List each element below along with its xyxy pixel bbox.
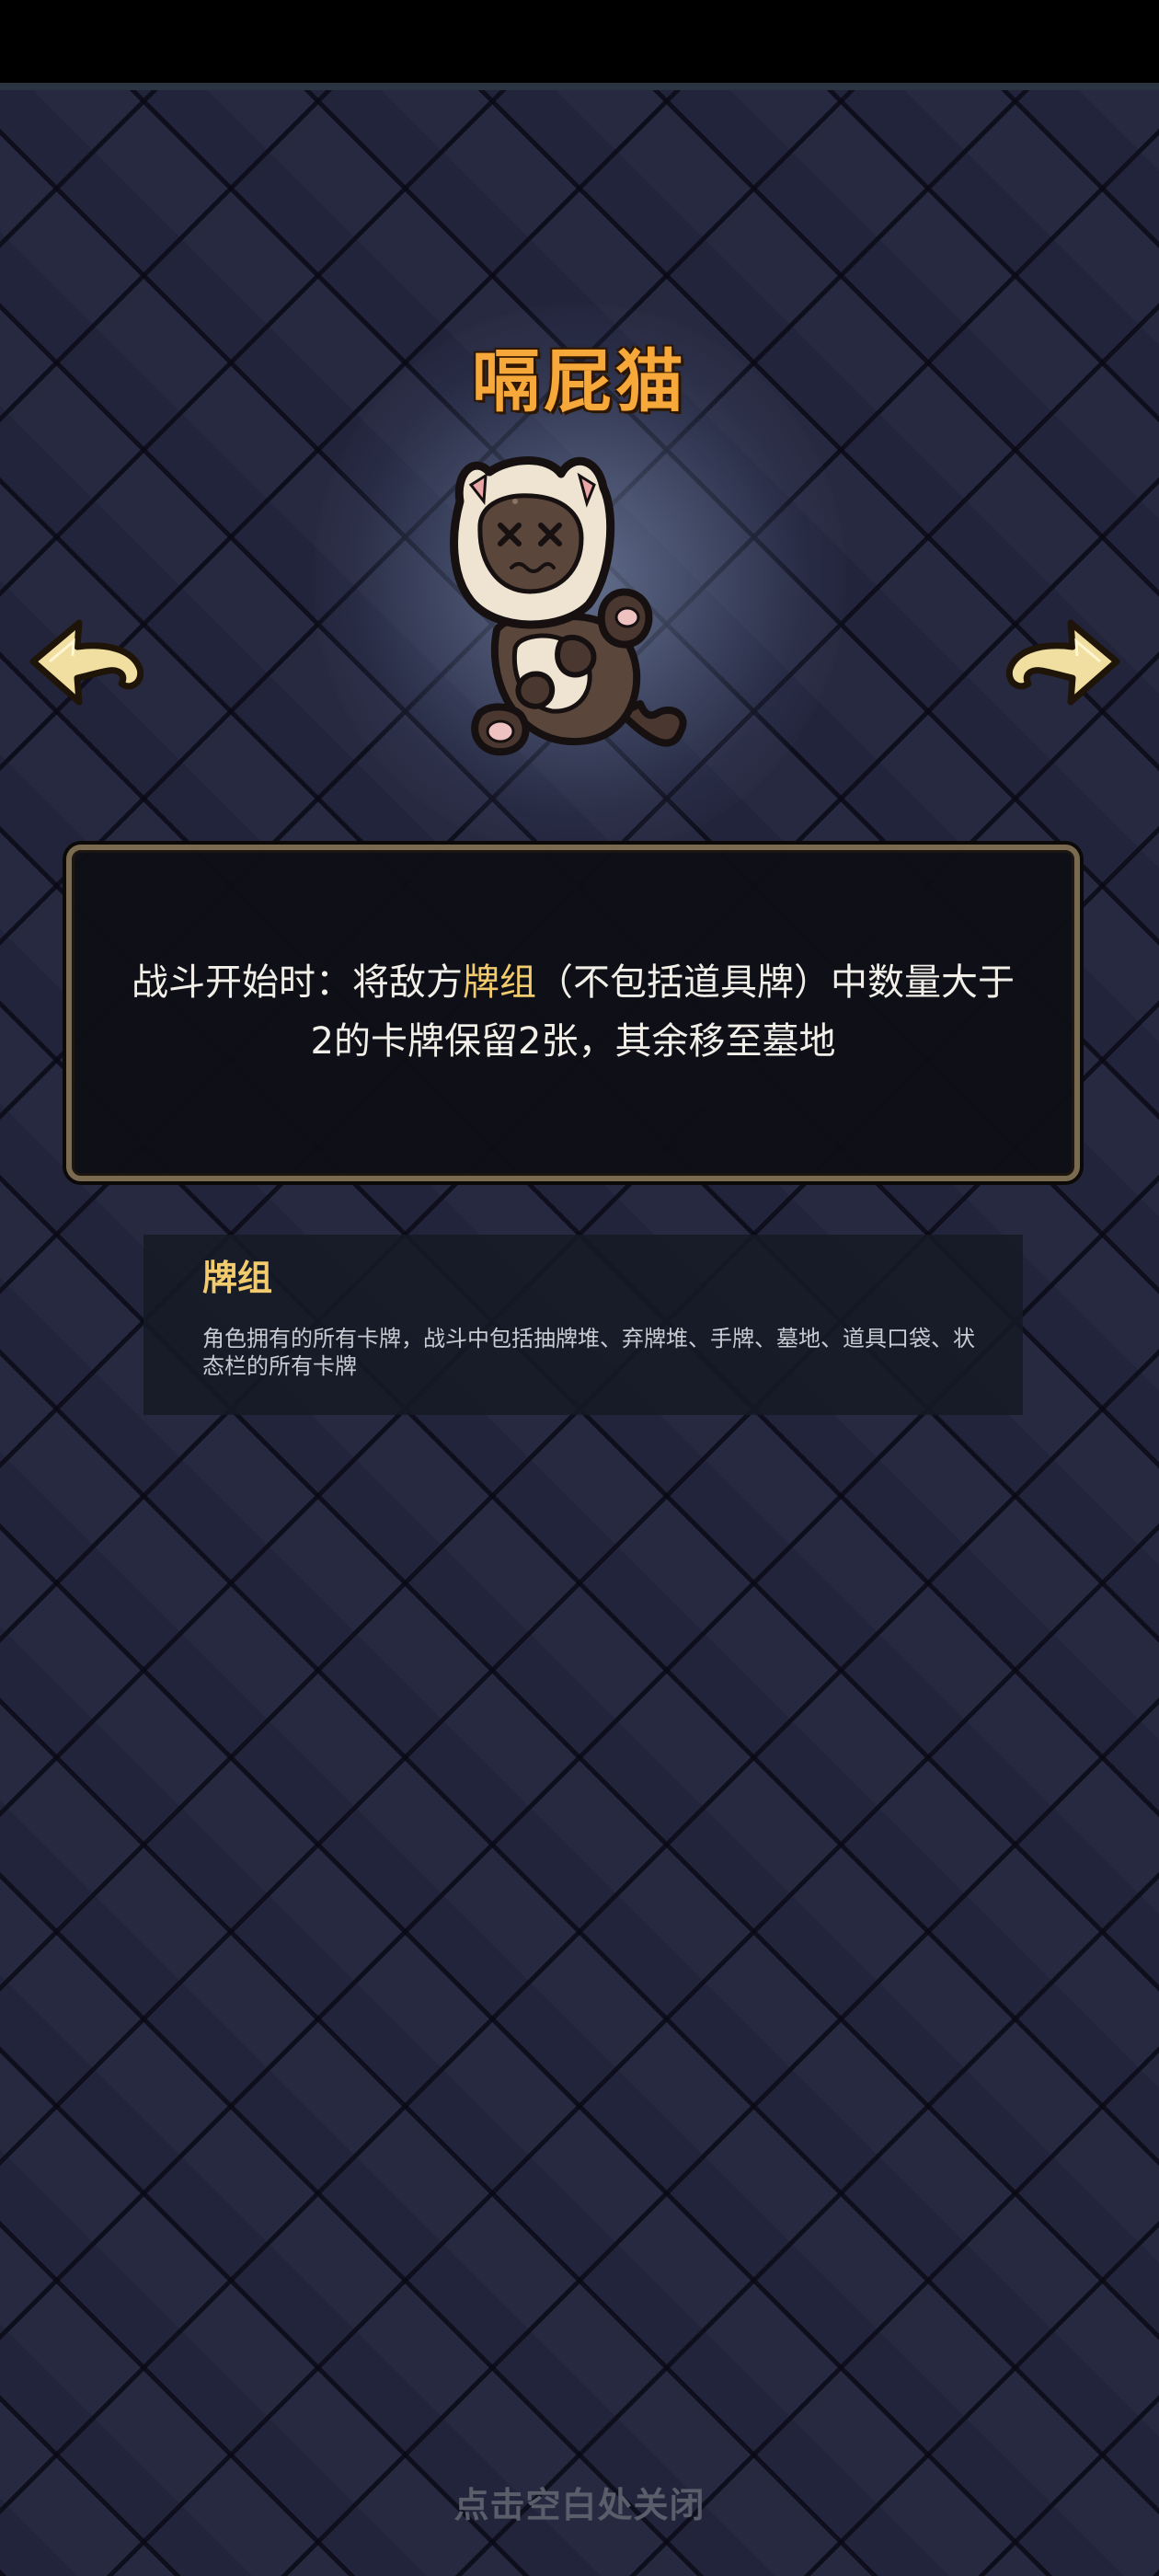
previous-arrow-button[interactable] bbox=[22, 612, 151, 713]
next-arrow-button[interactable] bbox=[999, 612, 1128, 713]
character-name: 嗝屁猫 bbox=[472, 342, 687, 421]
effect-description: 战斗开始时：将敌方牌组（不包括道具牌）中数量大于2的卡牌保留2张，其余移至墓地 bbox=[127, 953, 1019, 1071]
tap-to-close-hint: 点击空白处关闭 bbox=[453, 2485, 706, 2525]
deck-keyword-link[interactable]: 牌组 bbox=[463, 961, 536, 1004]
curled-arrow-left-icon bbox=[29, 619, 144, 706]
glossary-definition: 角色拥有的所有卡牌，战斗中包括抽牌堆、弃牌堆、手牌、墓地、道具口袋、状态栏的所有… bbox=[202, 1326, 975, 1379]
status-bar-divider bbox=[0, 83, 1159, 90]
cat-portrait bbox=[423, 437, 727, 777]
status-bar bbox=[0, 0, 1159, 83]
effect-description-panel: 战斗开始时：将敌方牌组（不包括道具牌）中数量大于2的卡牌保留2张，其余移至墓地 bbox=[66, 845, 1080, 1181]
effect-text-start: 战斗开始时：将敌方 bbox=[132, 961, 463, 1004]
keyword-glossary-tooltip: 牌组 角色拥有的所有卡牌，战斗中包括抽牌堆、弃牌堆、手牌、墓地、道具口袋、状态栏… bbox=[143, 1235, 1023, 1415]
glossary-title: 牌组 bbox=[202, 1258, 273, 1298]
game-screen[interactable]: 嗝屁猫 战斗开始时：将敌方牌组（不包括道具牌）中数量大于2的卡牌保留2张，其余移… bbox=[0, 0, 1159, 2576]
curled-arrow-right-icon bbox=[1005, 619, 1120, 706]
